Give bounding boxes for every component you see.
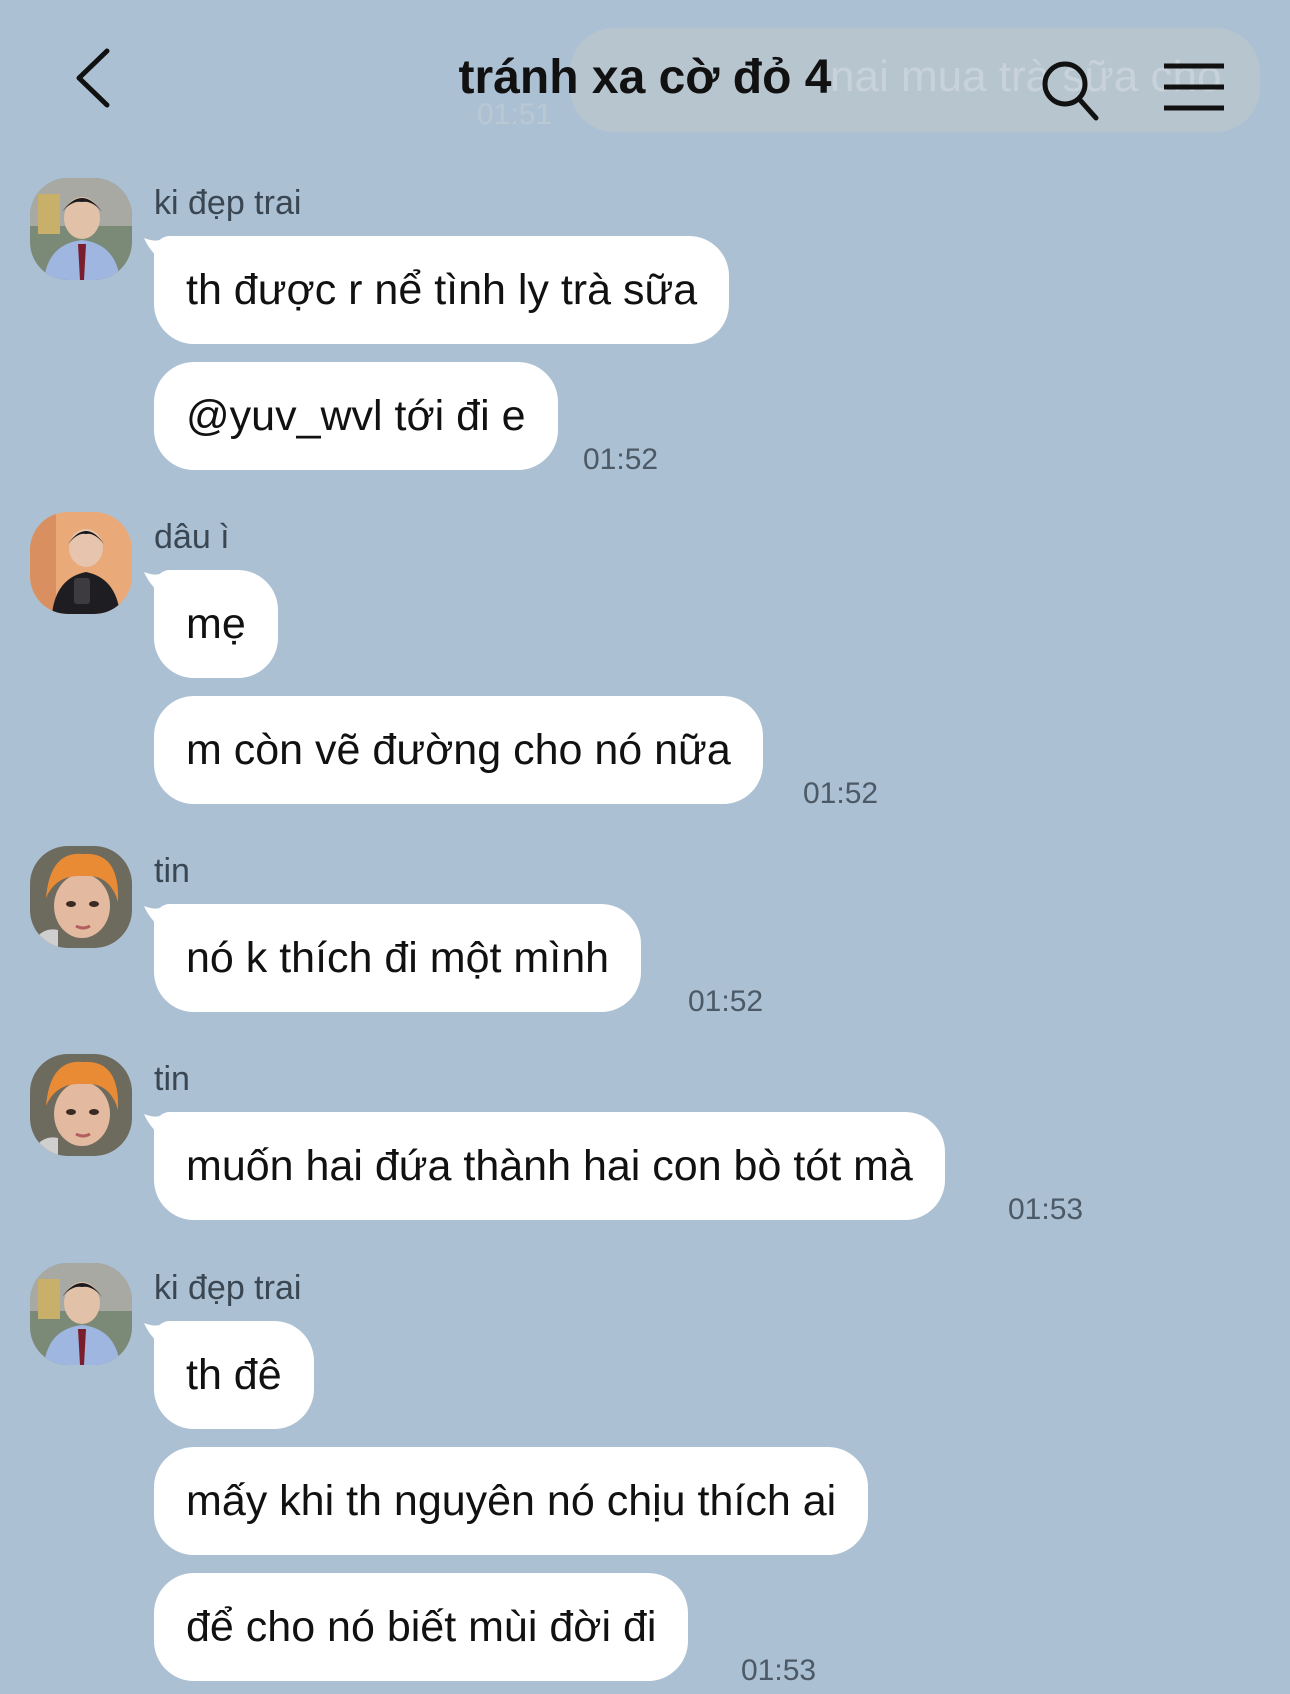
search-button[interactable] (1040, 58, 1100, 122)
message-timestamp: 01:52 (688, 985, 764, 1018)
sender-name: ki đẹp trai (154, 1269, 302, 1307)
hamburger-menu-icon (1164, 63, 1224, 111)
message-bubble[interactable]: th được r nể tình ly trà sữa (154, 236, 730, 344)
message-bubble[interactable]: mẹ (154, 570, 278, 678)
search-icon (1042, 61, 1099, 121)
chat-header: nai mua trà sữa cho 01:51 tránh xa cờ đỏ… (0, 0, 1290, 150)
avatar-dau[interactable] (30, 512, 132, 614)
message-bubble[interactable]: th đê (154, 1321, 314, 1429)
message-bubble[interactable]: @yuv_wvl tới đi e (154, 362, 558, 470)
message-bubble[interactable]: nó k thích đi một mình (154, 904, 642, 1012)
message-bubble[interactable]: m còn vẽ đường cho nó nữa (154, 696, 763, 804)
message-timestamp: 01:52 (803, 777, 879, 810)
menu-button[interactable] (1162, 62, 1226, 112)
sender-name: tin (154, 852, 190, 890)
sender-name: dâu ì (154, 518, 230, 556)
sender-name: ki đẹp trai (154, 184, 302, 222)
message-bubble[interactable]: muốn hai đứa thành hai con bò tót mà (154, 1112, 945, 1220)
message-timestamp: 01:53 (741, 1654, 817, 1687)
message-timestamp: 01:53 (1008, 1193, 1084, 1226)
avatar-ki[interactable] (30, 178, 132, 280)
sender-name: tin (154, 1060, 190, 1098)
message-timestamp: 01:52 (583, 443, 659, 476)
avatar-ki[interactable] (30, 1263, 132, 1365)
message-bubble[interactable]: để cho nó biết mùi đời đi (154, 1573, 689, 1681)
avatar-tin[interactable] (30, 846, 132, 948)
message-bubble[interactable]: mấy khi th nguyên nó chịu thích ai (154, 1447, 869, 1555)
avatar-tin[interactable] (30, 1054, 132, 1156)
